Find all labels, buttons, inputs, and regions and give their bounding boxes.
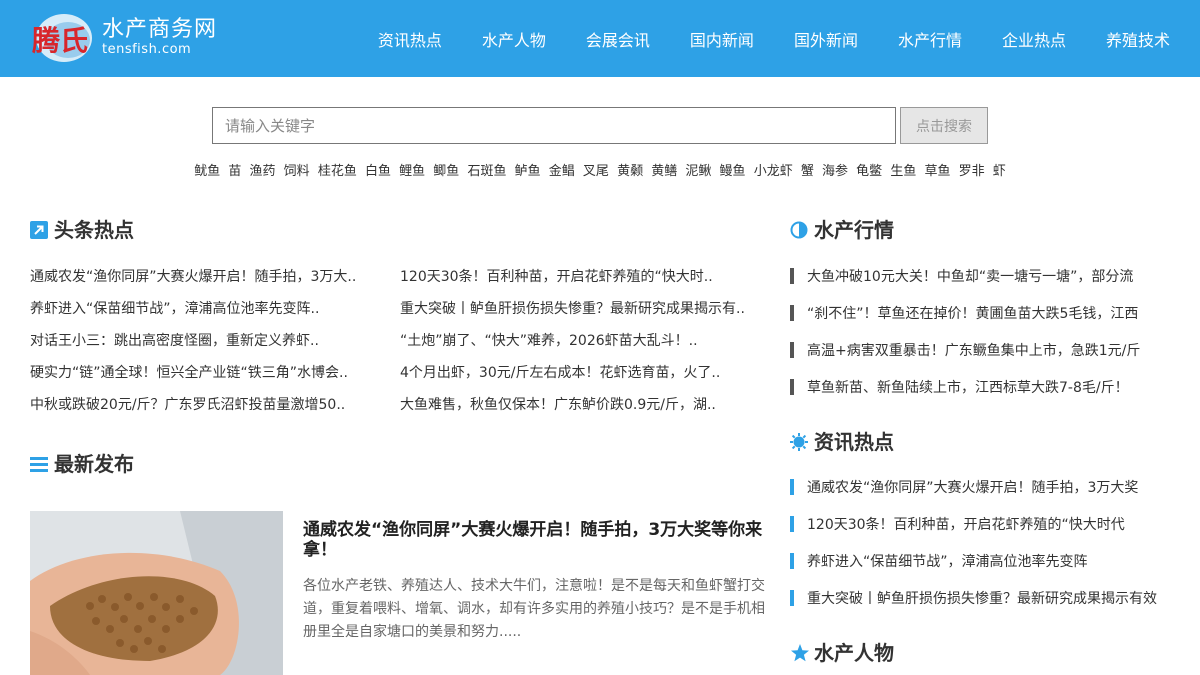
nav-item-market[interactable]: 水产行情 xyxy=(898,27,962,51)
latest-heading: 最新发布 xyxy=(30,448,134,477)
market-item[interactable]: 草鱼新苗、新鱼陆续上市，江西标草大跌7-8毛/斤！ xyxy=(790,368,1170,405)
headline-link[interactable]: 120天30条！百利种苗，开启花虾养殖的“快大时.. xyxy=(400,266,770,298)
people-heading: 水产人物 xyxy=(790,637,894,666)
headline-link[interactable]: 通威农发“渔你同屏”大赛火爆开启！随手拍，3万大.. xyxy=(30,266,400,298)
tag-link[interactable]: 生鱼 xyxy=(890,164,916,179)
tag-link[interactable]: 蟹 xyxy=(801,164,814,179)
half-circle-icon xyxy=(790,220,808,238)
tag-link[interactable]: 罗非 xyxy=(959,164,985,179)
headline-link[interactable]: 养虾进入“保苗细节战”，漳浦高位池率先变阵.. xyxy=(30,298,400,330)
tag-link[interactable]: 草鱼 xyxy=(924,164,950,179)
headline-link[interactable]: 硬实力“链”通全球！恒兴全产业链“铁三角”水博会.. xyxy=(30,362,400,394)
market-item[interactable]: 大鱼冲破10元大关！中鱼却“卖一塘亏一塘”，部分流 xyxy=(790,257,1170,294)
market-list: 大鱼冲破10元大关！中鱼却“卖一塘亏一塘”，部分流 “刹不住”！草鱼还在掉价！黄… xyxy=(790,257,1170,405)
tag-link[interactable]: 泥鳅 xyxy=(685,164,711,179)
news-list: 通威农发“渔你同屏”大赛火爆开启！随手拍，3万大奖 120天30条！百利种苗，开… xyxy=(790,468,1170,616)
tag-link[interactable]: 鳗鱼 xyxy=(720,164,746,179)
headline-link[interactable]: 大鱼难售，秋鱼仅保本！广东鲈价跌0.9元/斤，湖.. xyxy=(400,394,770,426)
headline-link[interactable]: 对话王小三：跳出高密度怪圈，重新定义养虾.. xyxy=(30,330,400,362)
tag-link[interactable]: 黄鳝 xyxy=(651,164,677,179)
tag-link[interactable]: 鲫鱼 xyxy=(433,164,459,179)
headline-link[interactable]: 重大突破丨鲈鱼肝损伤损失惨重？最新研究成果揭示有.. xyxy=(400,298,770,330)
tag-link[interactable]: 鲈鱼 xyxy=(515,164,541,179)
logo-badge-text: 腾氏 xyxy=(32,24,88,57)
featured-article[interactable]: 通威农发“渔你同屏”大赛火爆开启！随手拍，3万大奖等你来拿！ 各位水产老铁、养殖… xyxy=(30,511,770,675)
nav-item-farming-tech[interactable]: 养殖技术 xyxy=(1106,27,1170,51)
tag-link[interactable]: 黄颡 xyxy=(617,164,643,179)
nav-item-exhibitions[interactable]: 会展会讯 xyxy=(586,27,650,51)
nav-item-foreign-news[interactable]: 国外新闻 xyxy=(794,27,858,51)
featured-article-title[interactable]: 通威农发“渔你同屏”大赛火爆开启！随手拍，3万大奖等你来拿！ xyxy=(303,520,768,560)
nav-item-domestic-news[interactable]: 国内新闻 xyxy=(690,27,754,51)
list-icon xyxy=(30,454,48,472)
headlines-title: 头条热点 xyxy=(54,218,134,242)
featured-article-summary: 各位水产老铁、养殖达人、技术大牛们，注意啦！是不是每天和鱼虾蟹打交道，重复着喂料… xyxy=(303,578,765,640)
tag-link[interactable]: 白鱼 xyxy=(365,164,391,179)
latest-title: 最新发布 xyxy=(54,452,134,476)
market-item[interactable]: “刹不住”！草鱼还在掉价！黄圃鱼苗大跌5毛钱，江西 xyxy=(790,294,1170,331)
tag-link[interactable]: 石斑鱼 xyxy=(467,164,506,179)
nav-item-news-hot[interactable]: 资讯热点 xyxy=(378,27,442,51)
external-link-icon xyxy=(30,220,48,239)
tag-link[interactable]: 小龙虾 xyxy=(754,164,793,179)
market-title: 水产行情 xyxy=(814,218,894,242)
headline-list: 通威农发“渔你同屏”大赛火爆开启！随手拍，3万大.. 120天30条！百利种苗，… xyxy=(30,266,770,426)
news-item[interactable]: 重大突破丨鲈鱼肝损伤损失惨重？最新研究成果揭示有效 xyxy=(790,579,1170,616)
search-bar: 点击搜索 xyxy=(212,107,988,144)
tag-link[interactable]: 桂花鱼 xyxy=(318,164,357,179)
tag-link[interactable]: 虾 xyxy=(993,164,1006,179)
tag-link[interactable]: 叉尾 xyxy=(583,164,609,179)
tag-link[interactable]: 海参 xyxy=(822,164,848,179)
headlines-heading: 头条热点 xyxy=(30,214,134,243)
keyword-tags: 鱿鱼 苗 渔药 饲料 桂花鱼 白鱼 鲤鱼 鲫鱼 石斑鱼 鲈鱼 金鲳 叉尾 黄颡 … xyxy=(0,160,1200,179)
tag-link[interactable]: 龟鳖 xyxy=(856,164,882,179)
tag-link[interactable]: 苗 xyxy=(228,164,241,179)
news-item[interactable]: 养虾进入“保苗细节战”，漳浦高位池率先变阵 xyxy=(790,542,1170,579)
people-title: 水产人物 xyxy=(814,641,894,665)
nav-item-enterprise[interactable]: 企业热点 xyxy=(1002,27,1066,51)
news-item[interactable]: 通威农发“渔你同屏”大赛火爆开启！随手拍，3万大奖 xyxy=(790,468,1170,505)
news-heading: 资讯热点 xyxy=(790,426,894,455)
tag-link[interactable]: 渔药 xyxy=(250,164,276,179)
star-icon xyxy=(790,643,809,661)
logo-domain: tensfish.com xyxy=(102,42,192,57)
logo-title: 水产商务网 xyxy=(102,17,218,42)
news-item[interactable]: 120天30条！百利种苗，开启花虾养殖的“快大时代 xyxy=(790,505,1170,542)
nav-item-people[interactable]: 水产人物 xyxy=(482,27,546,51)
headline-link[interactable]: 中秋或跌破20元/斤？广东罗氏沼虾投苗量激增50.. xyxy=(30,394,400,426)
tag-link[interactable]: 饲料 xyxy=(284,164,310,179)
search-button[interactable]: 点击搜索 xyxy=(900,107,988,144)
market-heading: 水产行情 xyxy=(790,214,894,243)
site-logo[interactable]: 腾氏 水产商务网 tensfish.com xyxy=(30,10,217,66)
headline-link[interactable]: 4个月出虾，30元/斤左右成本！花虾选育苗，火了.. xyxy=(400,362,770,394)
logo-badge-icon: 腾氏 xyxy=(30,10,94,66)
tag-link[interactable]: 金鲳 xyxy=(549,164,575,179)
featured-article-image[interactable] xyxy=(30,511,283,675)
tag-link[interactable]: 鱿鱼 xyxy=(194,164,220,179)
sun-icon xyxy=(790,432,808,451)
site-header: 腾氏 水产商务网 tensfish.com 资讯热点 水产人物 会展会讯 国内新… xyxy=(0,0,1200,77)
headline-link[interactable]: “土炮”崩了、“快大”难养，2026虾苗大乱斗！.. xyxy=(400,330,770,362)
market-item[interactable]: 高温+病害双重暴击！广东鳜鱼集中上市，急跌1元/斤 xyxy=(790,331,1170,368)
tag-link[interactable]: 鲤鱼 xyxy=(399,164,425,179)
news-title: 资讯热点 xyxy=(814,430,894,454)
main-nav: 资讯热点 水产人物 会展会讯 国内新闻 国外新闻 水产行情 企业热点 养殖技术 xyxy=(378,0,1170,77)
search-input[interactable] xyxy=(212,107,896,144)
